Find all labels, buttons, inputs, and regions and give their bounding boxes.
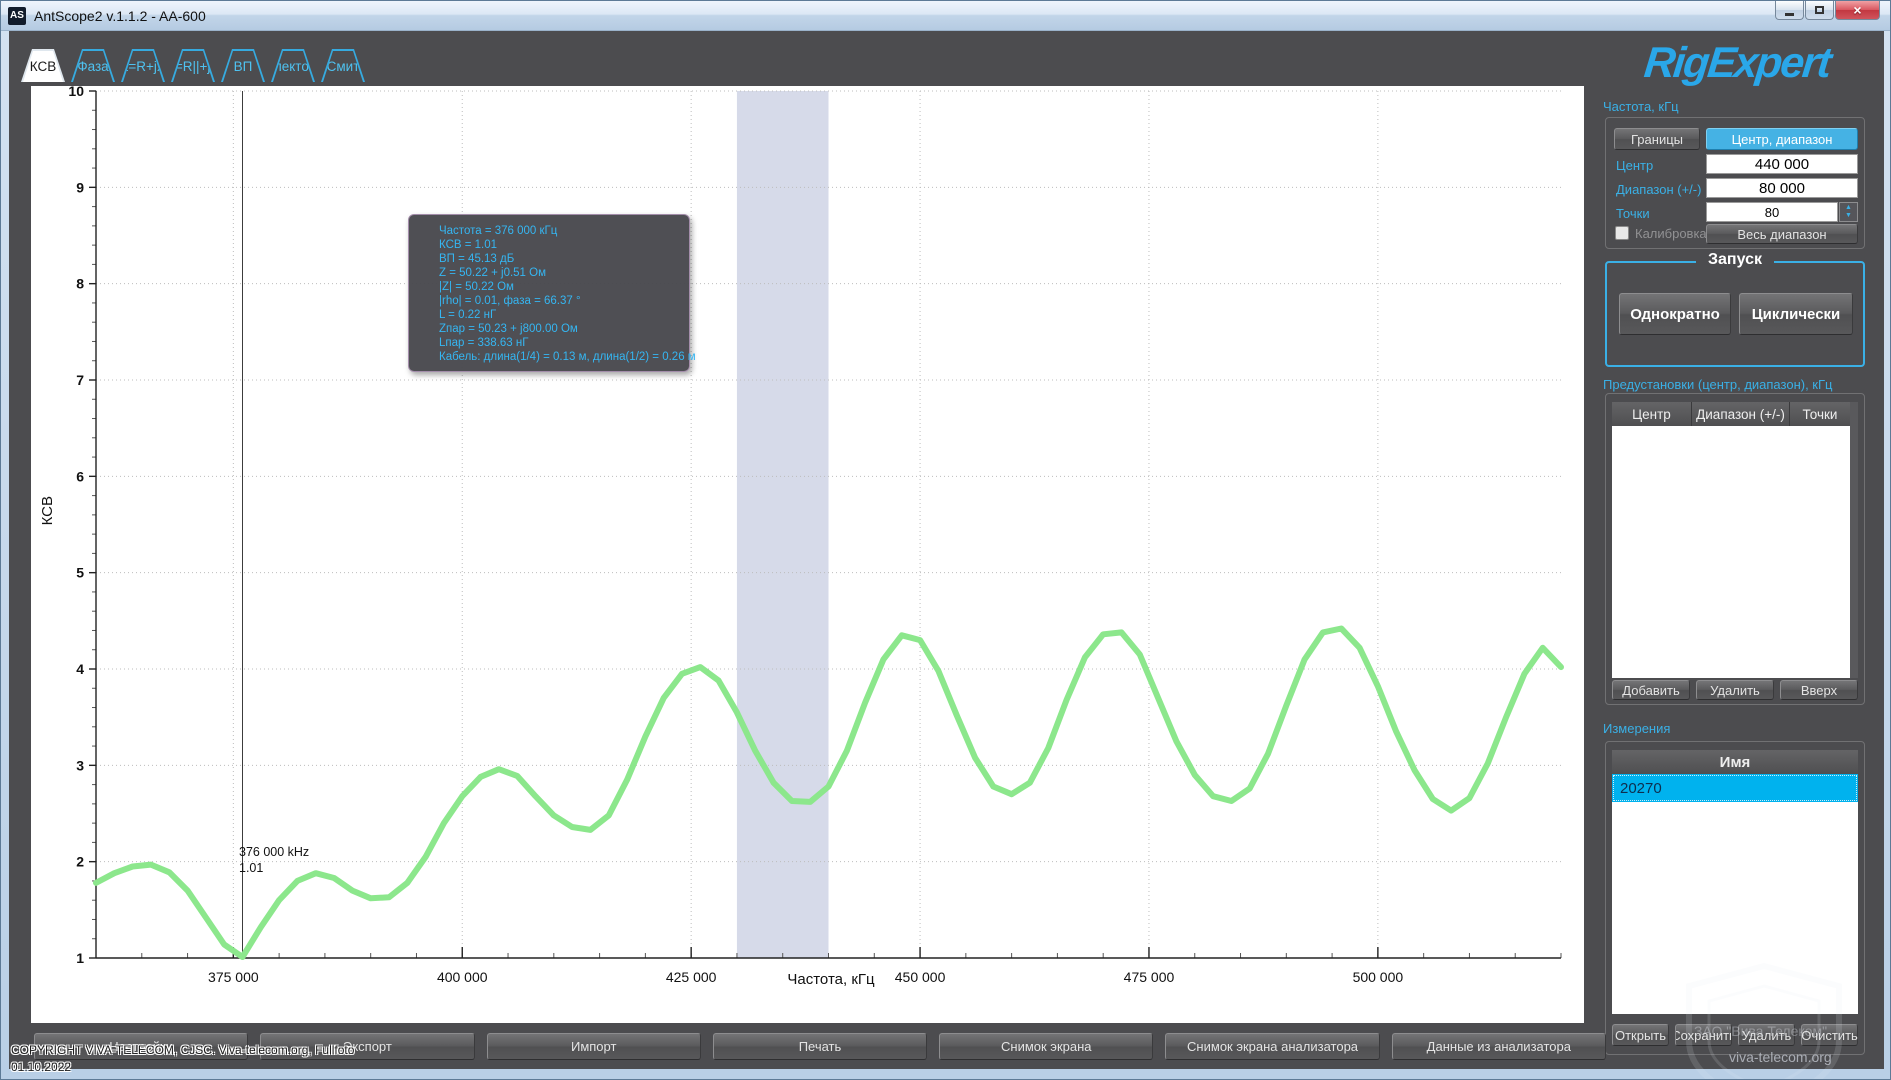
close-icon: × (1853, 1, 1862, 18)
tooltip-zmag: |Z| = 50.22 Ом (439, 281, 514, 293)
print-button[interactable]: Печать (712, 1033, 928, 1060)
presets-label: Предустановки (центр, диапазон), кГц (1603, 377, 1833, 392)
maximize-button[interactable] (1805, 1, 1834, 20)
run-single-button[interactable]: Однократно (1619, 293, 1731, 335)
tab-reflectometer[interactable]: Рефлектометр (271, 49, 315, 82)
tooltip-z: Z = 50.22 + j0.51 Ом (439, 267, 546, 279)
svg-text:9: 9 (76, 179, 84, 195)
bounds-mode-button[interactable]: Границы (1614, 128, 1700, 150)
tab-faza[interactable]: Фаза (71, 49, 115, 82)
points-stepper[interactable]: ▲ ▼ (1839, 202, 1858, 222)
presets-box: Центр Диапазон (+/-) Точки Добавить Удал… (1605, 393, 1865, 705)
marker-label: 376 000 kHz 1.01 (239, 845, 310, 875)
watermark-site: viva-telecom.org (1729, 1049, 1832, 1065)
watermark-copyright: COPYRIGHT VIVA-TELECOM, CJSC. Viva-telec… (11, 1043, 355, 1074)
tab-smith[interactable]: Смит (321, 49, 365, 82)
run-group: Запуск Однократно Циклически (1605, 251, 1865, 367)
swr-plot-canvas[interactable]: 12345678910375 000 400 000 425 000 450 000 4… (31, 83, 1584, 1023)
tooltip-swr: КСВ = 1.01 (439, 239, 498, 251)
watermark-company: ЗАО "Вива Телеком" (1694, 1023, 1828, 1039)
run-group-title: Запуск (1696, 251, 1774, 269)
svg-text:500 000: 500 000 (1353, 969, 1404, 985)
measurement-row-selected[interactable]: 20270 (1612, 774, 1858, 802)
tab-z-series[interactable]: Z=R+jX (121, 49, 165, 82)
calibration-label: Калибровка (1635, 226, 1707, 241)
maximize-icon (1815, 6, 1824, 14)
screenshot-button[interactable]: Снимок экрана (939, 1033, 1154, 1060)
measurement-open-button[interactable]: Открыть (1612, 1024, 1669, 1046)
presets-list[interactable] (1612, 426, 1850, 678)
svg-text:475 000: 475 000 (1124, 969, 1175, 985)
tab-ksv[interactable]: КСВ (21, 49, 65, 82)
measurements-col-name[interactable]: Имя (1612, 750, 1858, 774)
calibration-checkbox[interactable] (1615, 226, 1629, 240)
svg-text:375 000: 375 000 (208, 969, 259, 985)
tooltip-frequency: Частота = 376 000 кГц (439, 225, 558, 237)
analyzer-screenshot-button[interactable]: Снимок экрана анализатора (1165, 1033, 1380, 1060)
minimize-button[interactable] (1775, 1, 1804, 20)
full-range-button[interactable]: Весь диапазон (1706, 224, 1858, 244)
spin-up-icon: ▲ (1845, 204, 1852, 211)
import-button[interactable]: Импорт (486, 1033, 701, 1060)
app-window: AS AntScope2 v.1.1.2 - AA-600 × КСВ Фаза… (0, 0, 1891, 1080)
svg-text:10: 10 (68, 86, 84, 99)
preset-delete-button[interactable]: Удалить (1696, 680, 1774, 700)
tooltip-rho: |rho| = 0.01, фаза = 66.37 ° (439, 295, 581, 307)
x-axis-title: Частота, кГц (787, 971, 875, 988)
tooltip-zpar: Zпар = 50.23 + j800.00 Ом (439, 323, 578, 335)
svg-text:7: 7 (76, 372, 84, 388)
span-input[interactable] (1706, 178, 1858, 198)
measurements-label: Измерения (1603, 721, 1671, 736)
svg-text:400 000: 400 000 (437, 969, 488, 985)
close-button[interactable]: × (1835, 1, 1880, 20)
preset-up-button[interactable]: Вверх (1780, 680, 1858, 700)
window-title: AntScope2 v.1.1.2 - AA-600 (34, 7, 206, 24)
tab-z-parallel[interactable]: Z=R||+jX (171, 49, 215, 82)
tooltip-l: L = 0.22 нГ (439, 309, 497, 321)
svg-text:1: 1 (76, 950, 84, 966)
run-cyclic-button[interactable]: Циклически (1739, 293, 1853, 335)
tab-vp[interactable]: ВП (221, 49, 265, 82)
points-label: Точки (1616, 206, 1650, 221)
svg-text:6: 6 (76, 468, 84, 484)
measurement-tooltip: Частота = 376 000 кГц КСВ = 1.01 ВП = 45… (408, 214, 696, 372)
frequency-settings-box: Границы Центр, диапазон Центр Диапазон (… (1605, 117, 1865, 249)
tooltip-rl: ВП = 45.13 дБ (439, 253, 515, 265)
center-input[interactable] (1706, 154, 1858, 174)
frequency-section-label: Частота, кГц (1603, 99, 1679, 114)
swr-chart[interactable]: 1 2 3 4 5 6 7 8 9 10 375 000 400 000 425 000 450 000 4… (31, 83, 1584, 1023)
presets-col-center[interactable]: Центр (1612, 402, 1692, 426)
y-axis-title: КСВ (39, 496, 56, 526)
points-input[interactable] (1706, 202, 1838, 222)
app-icon: AS (8, 6, 26, 25)
svg-text:5: 5 (76, 565, 84, 581)
app-content: КСВ Фаза Z=R+jX Z=R||+jX ВП Рефлектометр… (9, 31, 1884, 1079)
svg-text:2: 2 (76, 854, 84, 870)
center-span-mode-button[interactable]: Центр, диапазон (1706, 128, 1858, 150)
svg-text:3: 3 (76, 757, 84, 773)
chart-tabs: КСВ Фаза Z=R+jX Z=R||+jX ВП Рефлектометр… (21, 49, 365, 82)
preset-add-button[interactable]: Добавить (1612, 680, 1690, 700)
svg-text:8: 8 (76, 276, 84, 292)
spin-down-icon: ▼ (1845, 212, 1852, 219)
tooltip-cable: Кабель: длина(1/4) = 0.13 м, длина(1/2) … (439, 351, 696, 363)
presets-col-span[interactable]: Диапазон (+/-) (1692, 402, 1790, 426)
presets-col-points[interactable]: Точки (1790, 402, 1850, 426)
span-label: Диапазон (+/-) (1616, 182, 1702, 197)
rigexpert-logo: RigExpert (1641, 38, 1833, 87)
presets-scrollbar[interactable] (1850, 402, 1858, 678)
tooltip-lpar: Lпар = 338.63 нГ (439, 337, 529, 349)
svg-text:4: 4 (76, 661, 84, 677)
analyzer-data-button[interactable]: Данные из анализатора (1391, 1033, 1606, 1060)
minimize-icon (1785, 12, 1794, 16)
center-label: Центр (1616, 158, 1654, 173)
title-bar: AS AntScope2 v.1.1.2 - AA-600 × (1, 1, 1890, 31)
